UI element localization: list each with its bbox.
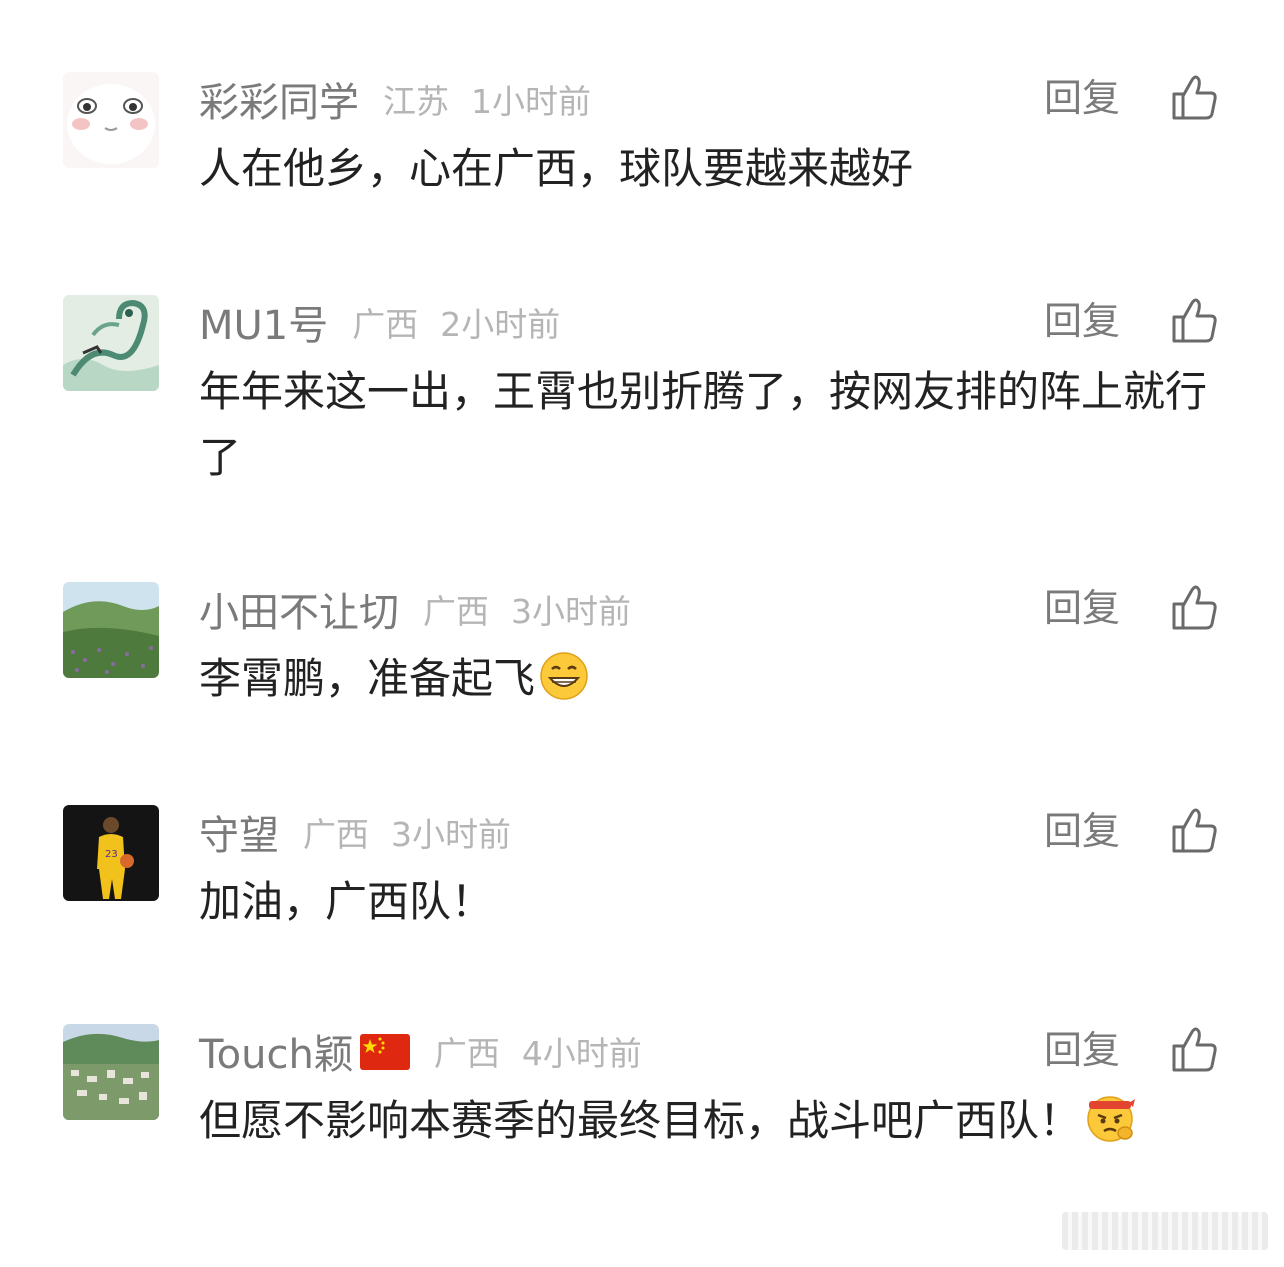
- username[interactable]: MU1号: [199, 293, 328, 351]
- location: 广西: [352, 305, 419, 344]
- location: 江苏: [383, 82, 449, 121]
- like-button[interactable]: [1170, 805, 1220, 855]
- like-button[interactable]: [1170, 582, 1220, 632]
- location: 广西: [433, 1034, 500, 1073]
- avatar[interactable]: [63, 295, 159, 391]
- like-button[interactable]: [1170, 1024, 1220, 1074]
- timestamp: 1小时前: [471, 82, 591, 121]
- reply-button[interactable]: 回复: [1044, 72, 1120, 124]
- username[interactable]: 守望: [199, 803, 279, 861]
- home-indicator: [1062, 1212, 1268, 1250]
- like-button[interactable]: [1170, 295, 1220, 345]
- thumbs-up-icon: [1172, 75, 1217, 120]
- location: 广西: [303, 815, 369, 854]
- timestamp: 2小时前: [440, 305, 561, 344]
- grinning-face-icon: [540, 652, 588, 700]
- username[interactable]: Touch颖: [199, 1022, 354, 1080]
- thumbs-up-icon: [1172, 298, 1217, 343]
- timestamp: 4小时前: [521, 1034, 642, 1073]
- avatar[interactable]: [63, 1024, 159, 1120]
- comment-text: 年年来这一出，王霄也别折腾了，按网友排的阵上就行了: [199, 367, 1208, 482]
- comment-text: 但愿不影响本赛季的最终目标，战斗吧广西队！: [199, 1088, 1239, 1154]
- username[interactable]: 小田不让切: [199, 580, 399, 638]
- thumbs-up-icon: [1172, 585, 1217, 630]
- location: 广西: [423, 592, 489, 631]
- timestamp: 3小时前: [511, 592, 631, 631]
- reply-button[interactable]: 回复: [1044, 1024, 1120, 1076]
- thumbs-up-icon: [1172, 808, 1217, 853]
- thumbs-up-icon: [1172, 1027, 1217, 1072]
- reply-button[interactable]: 回复: [1044, 805, 1120, 857]
- determined-face-icon: [1087, 1096, 1136, 1142]
- avatar[interactable]: [63, 72, 159, 168]
- reply-button[interactable]: 回复: [1044, 582, 1120, 634]
- china-flag-icon: [359, 1034, 410, 1070]
- comment-text: 李霄鹏，准备起飞: [199, 646, 1219, 712]
- like-button[interactable]: [1170, 72, 1220, 122]
- comment-text: 加油，广西队！: [199, 877, 494, 926]
- avatar[interactable]: [63, 582, 159, 678]
- reply-button[interactable]: 回复: [1044, 295, 1120, 347]
- svg-text:23: 23: [105, 849, 118, 860]
- comment-text: 人在他乡，心在广西，球队要越来越好: [199, 144, 914, 193]
- username[interactable]: 彩彩同学: [199, 70, 359, 128]
- timestamp: 3小时前: [391, 815, 511, 854]
- avatar[interactable]: 23: [63, 805, 159, 901]
